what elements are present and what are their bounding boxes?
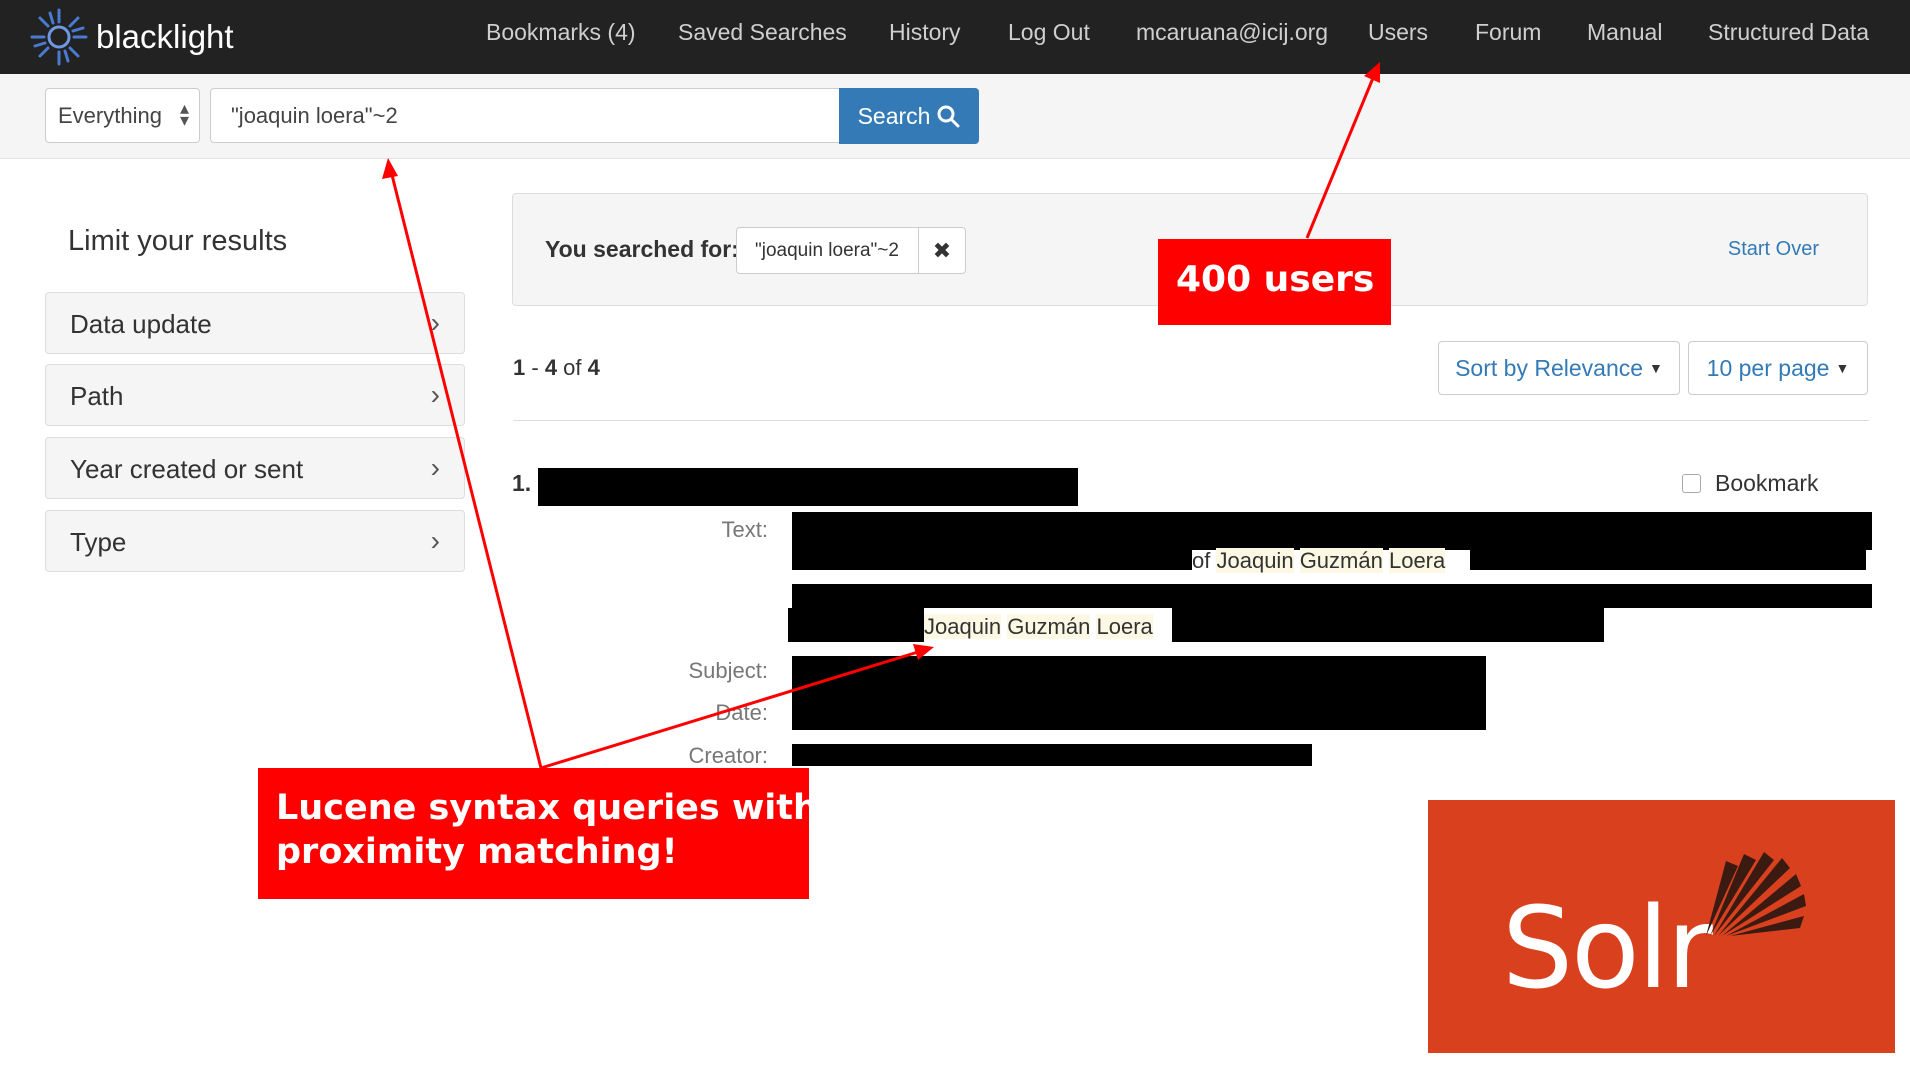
- snippet-prefix: of: [1192, 548, 1211, 573]
- redacted-text: [792, 584, 1872, 608]
- brand-name[interactable]: blacklight: [96, 18, 234, 56]
- nav-users[interactable]: Users: [1368, 19, 1428, 46]
- redacted-text: [792, 512, 1872, 550]
- chevron-right-icon: ›: [430, 525, 440, 556]
- redacted-text: [788, 608, 924, 642]
- nav-history[interactable]: History: [889, 19, 961, 46]
- highlight-term: Loera: [1096, 614, 1153, 639]
- result-count: 1 - 4 of 4: [513, 355, 600, 380]
- sort-dropdown[interactable]: Sort by Relevance ▼: [1438, 341, 1680, 395]
- results-divider: [513, 420, 1869, 421]
- per-page-dropdown[interactable]: 10 per page ▼: [1688, 341, 1868, 395]
- redacted-title[interactable]: [538, 468, 1078, 506]
- bookmark-toggle[interactable]: Bookmark: [1682, 470, 1819, 497]
- brand-logo[interactable]: blacklight: [28, 0, 234, 74]
- highlight-term: Loera: [1388, 548, 1446, 573]
- lucene-callout-line2: proximity matching!: [276, 832, 678, 872]
- field-label-date: Date:: [715, 700, 768, 725]
- top-navbar: blacklight Bookmarks (4) Saved Searches …: [0, 0, 1910, 74]
- solr-sunburst-icon: [1706, 852, 1806, 936]
- remove-constraint-icon[interactable]: ✖: [918, 228, 965, 273]
- facet-data-update[interactable]: Data update ›: [45, 292, 465, 354]
- highlight-term: Guzmán: [1007, 614, 1091, 639]
- highlight-term: Joaquin: [1216, 548, 1294, 573]
- sort-label: Sort by Relevance: [1455, 354, 1644, 381]
- nav-saved-searches[interactable]: Saved Searches: [678, 19, 847, 46]
- chevron-right-icon: ›: [430, 379, 440, 410]
- facet-label: Path: [70, 381, 124, 411]
- facet-label: Year created or sent: [70, 454, 304, 484]
- field-label-creator: Creator:: [688, 743, 768, 768]
- nav-structured-data[interactable]: Structured Data: [1708, 19, 1869, 46]
- blacklight-logo-icon: [30, 8, 88, 66]
- lucene-callout-line1: Lucene syntax queries with: [276, 788, 818, 828]
- range-end: 4: [544, 355, 558, 380]
- chevron-right-icon: ›: [430, 307, 440, 338]
- bookmark-checkbox[interactable]: [1682, 474, 1701, 493]
- facet-type[interactable]: Type ›: [45, 510, 465, 572]
- facet-year-created[interactable]: Year created or sent ›: [45, 437, 465, 499]
- users-callout-text: 400 users: [1176, 259, 1375, 300]
- facet-label: Type: [70, 527, 127, 557]
- caret-down-icon: ▼: [1649, 360, 1663, 376]
- redacted-creator: [792, 744, 1312, 766]
- constraint-value: "joaquin loera"~2: [755, 240, 899, 261]
- search-icon: [937, 105, 960, 128]
- constraints-label: You searched for:: [545, 236, 739, 262]
- redacted-text: [1172, 608, 1604, 642]
- result-total: 4: [587, 355, 600, 380]
- constraint-chip: "joaquin loera"~2 ✖: [736, 227, 966, 274]
- solr-logo: Solr: [1428, 800, 1895, 1053]
- range-start: 1: [513, 355, 526, 380]
- start-over-link[interactable]: Start Over: [1728, 238, 1819, 261]
- highlight-snippet-2: Joaquin Guzmán Loera: [924, 614, 1153, 640]
- highlight-term: Joaquin: [924, 614, 1002, 639]
- users-callout: 400 users: [1158, 239, 1391, 325]
- search-scope-select[interactable]: Everything ▴ ▾: [45, 88, 200, 143]
- bookmark-label: Bookmark: [1715, 470, 1819, 496]
- search-input[interactable]: "joaquin loera"~2: [210, 88, 840, 143]
- search-input-value: "joaquin loera"~2: [231, 103, 398, 128]
- per-page-label: 10 per page: [1706, 354, 1830, 381]
- nav-log-out[interactable]: Log Out: [1008, 19, 1090, 46]
- document-number: 1.: [512, 470, 532, 496]
- redacted-text: [792, 548, 1192, 570]
- field-label-text: Text:: [721, 517, 768, 542]
- solr-logo-text: Solr: [1502, 884, 1713, 1014]
- nav-user-email[interactable]: mcaruana@icij.org: [1136, 19, 1328, 46]
- nav-forum[interactable]: Forum: [1475, 19, 1541, 46]
- field-label-subject: Subject:: [688, 658, 769, 683]
- facet-path[interactable]: Path ›: [45, 364, 465, 426]
- search-button[interactable]: Search: [839, 88, 979, 144]
- search-button-label: Search: [857, 102, 931, 129]
- search-scope-value: Everything: [58, 103, 162, 128]
- highlight-term: Guzmán: [1299, 548, 1383, 573]
- nav-manual[interactable]: Manual: [1587, 19, 1662, 46]
- nav-bookmarks[interactable]: Bookmarks (4): [486, 19, 636, 46]
- facet-label: Data update: [70, 309, 212, 339]
- highlight-snippet-1: of Joaquin Guzmán Loera: [1192, 548, 1446, 574]
- lucene-callout: Lucene syntax queries with proximity mat…: [258, 768, 818, 899]
- sidebar-title: Limit your results: [68, 225, 288, 257]
- redacted-text: [1470, 548, 1866, 570]
- redacted-subject-date: [792, 656, 1486, 730]
- caret-down-icon: ▼: [1835, 360, 1850, 376]
- chevron-right-icon: ›: [430, 452, 440, 483]
- select-arrows-icon: ▴ ▾: [179, 98, 189, 130]
